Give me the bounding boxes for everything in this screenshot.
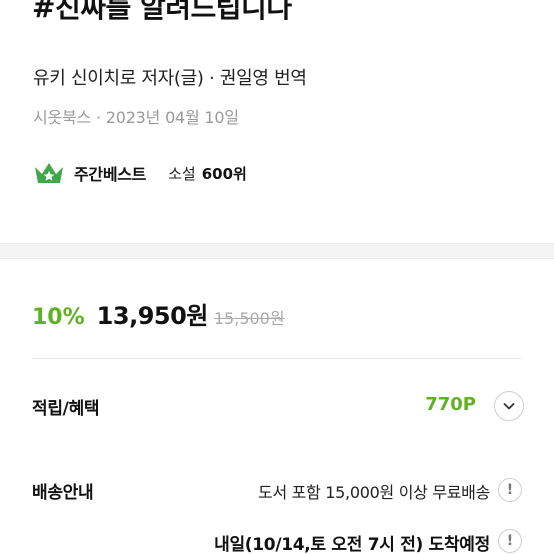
arrival-info-icon[interactable]: ! [498, 529, 522, 553]
original-price: 15,500원 [213, 309, 285, 328]
reward-points: 770P [425, 394, 476, 415]
book-title: #진짜를 알려드립니다 [32, 0, 292, 24]
crown-icon [35, 163, 63, 183]
bestseller-badge[interactable]: 주간베스트 소설 600위 [32, 158, 247, 188]
info-icon[interactable]: ! [498, 478, 522, 502]
benefits-label: 적립/혜택 [32, 399, 100, 419]
section-divider [0, 243, 554, 259]
free-shipping-text: 도서 포함 15,000원 이상 무료배송 [258, 483, 490, 502]
discount-rate: 10% [32, 305, 85, 330]
price-divider [32, 358, 522, 359]
bestseller-label: 주간베스트 [74, 165, 147, 184]
chevron-down-icon [503, 403, 515, 410]
shipping-label: 배송안내 [32, 483, 94, 503]
sale-price: 13,950원 [96, 302, 209, 330]
publisher-date: 시옷북스 · 2023년 04월 10일 [33, 108, 239, 127]
benefits-toggle-button[interactable] [494, 391, 524, 421]
arrival-estimate: 내일(10/14,토 오전 7시 전) 도착예정 [214, 535, 490, 554]
price-row: 10% 13,950원 15,500원 [32, 296, 285, 332]
bestseller-category: 소설 [168, 164, 196, 183]
bestseller-rank: 600위 [201, 164, 247, 183]
book-authors[interactable]: 유키 신이치로 저자(글) · 권일영 번역 [33, 64, 307, 90]
